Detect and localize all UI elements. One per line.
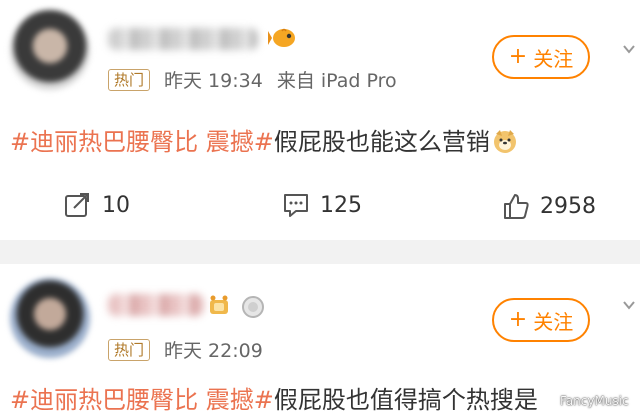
- medal-badge-icon: [242, 296, 264, 318]
- post-source: 来自 iPad Pro: [276, 70, 397, 92]
- follow-button[interactable]: + 关注: [492, 298, 590, 342]
- post-meta: 热门 昨天 22:09: [108, 336, 263, 363]
- like-count: 2958: [540, 193, 596, 219]
- pin-badge-icon: [210, 295, 228, 314]
- post-text: 假屁股也值得搞个热搜是: [273, 386, 538, 414]
- hot-badge: 热门: [108, 68, 151, 91]
- like-button[interactable]: 2958: [502, 192, 596, 220]
- action-bar: 10 125 2958: [0, 192, 640, 226]
- post-text: 假屁股也能这么营销: [273, 128, 490, 156]
- avatar[interactable]: [10, 10, 90, 90]
- follow-label: 关注: [533, 46, 574, 71]
- comment-icon: [284, 194, 308, 217]
- plus-icon: +: [508, 307, 528, 332]
- post-card-2: + 关注 热门 昨天 22:09 #迪丽热巴腰臀比 震撼#假屁股也值得搞个热搜是: [0, 264, 640, 415]
- post-meta: 热门 昨天 19:34 来自 iPad Pro: [108, 66, 397, 93]
- username-blurred[interactable]: [108, 294, 204, 316]
- avatar[interactable]: [10, 278, 90, 358]
- watermark: FancyMusic: [560, 394, 629, 408]
- follow-button[interactable]: + 关注: [492, 35, 590, 79]
- feed-separator: [0, 240, 640, 264]
- post-content: #迪丽热巴腰臀比 震撼#假屁股也能这么营销: [10, 122, 518, 157]
- post-time: 昨天 22:09: [164, 340, 263, 362]
- chevron-down-icon[interactable]: [622, 298, 636, 312]
- plus-icon: +: [508, 44, 528, 69]
- hot-badge: 热门: [108, 338, 151, 361]
- like-icon: [504, 194, 529, 219]
- post-content: #迪丽热巴腰臀比 震撼#假屁股也值得搞个热搜是: [10, 380, 538, 415]
- doge-emoji-icon: [493, 130, 516, 153]
- username-blurred[interactable]: [108, 28, 258, 50]
- repost-icon: [65, 193, 89, 217]
- comment-count: 125: [320, 192, 362, 218]
- repost-count: 10: [102, 192, 130, 218]
- post-card-1: + 关注 热门 昨天 19:34 来自 iPad Pro #迪丽热巴腰臀比 震撼…: [0, 0, 640, 240]
- hashtag-link[interactable]: #迪丽热巴腰臀比 震撼#: [10, 386, 274, 414]
- fish-badge-icon: [268, 28, 295, 47]
- follow-label: 关注: [533, 309, 574, 334]
- post-time: 昨天 19:34: [164, 70, 263, 92]
- comment-button[interactable]: 125: [282, 192, 362, 218]
- hashtag-link[interactable]: #迪丽热巴腰臀比 震撼#: [10, 128, 274, 156]
- chevron-down-icon[interactable]: [622, 42, 636, 56]
- repost-button[interactable]: 10: [64, 192, 130, 218]
